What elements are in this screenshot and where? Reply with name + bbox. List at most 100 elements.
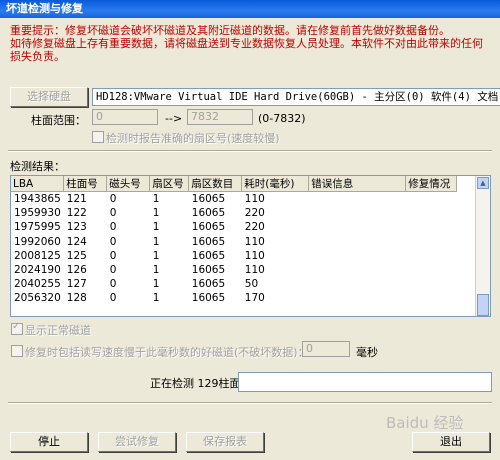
table-cell: 16065: [191, 292, 226, 305]
col-cylinder[interactable]: 柱面号: [63, 176, 108, 192]
table-cell: [309, 235, 406, 249]
table-cell: [309, 263, 406, 277]
table-row[interactable]: 1959930 122 0 1 16065 220: [11, 206, 457, 220]
col-time-ms[interactable]: 耗时(毫秒): [241, 176, 310, 192]
show-normal-checkbox[interactable]: [11, 321, 23, 335]
table-cell: 16065: [191, 278, 226, 291]
range-arrow: -->: [165, 112, 183, 125]
table-cell: 1975995: [14, 221, 61, 234]
save-report-button[interactable]: 保存报表: [186, 432, 264, 452]
window-title: 坏道检测与修复: [6, 2, 83, 15]
table-cell: 50: [244, 278, 259, 291]
title-bar: 坏道检测与修复: [0, 0, 500, 18]
stop-button[interactable]: 停止: [10, 432, 88, 452]
table-cell: [309, 277, 406, 291]
results-scrollbar[interactable]: ▲: [475, 176, 490, 316]
table-cell: 0: [109, 207, 117, 220]
table-cell: 1: [152, 193, 160, 206]
table-cell: 16065: [191, 207, 226, 220]
results-body: 1943865 121 0 1 16065 110 1959930 122 0 1 16065 220…: [11, 192, 457, 306]
table-row[interactable]: 2024190 126 0 1 16065 110: [11, 263, 457, 277]
accurate-sector-label: 检测时报告准确的扇区号(速度较慢): [106, 132, 280, 145]
table-cell: 123: [66, 221, 87, 234]
table-cell: 0: [109, 193, 117, 206]
table-cell: 1: [152, 292, 160, 305]
table-cell: [406, 249, 457, 263]
table-cell: 1: [152, 249, 160, 262]
table-cell: [406, 192, 457, 207]
table-cell: [309, 220, 406, 234]
warning-notice: 重要提示：修复坏磁道会破坏坏磁道及其附近磁道的数据。请在修复前首先做好数据备份。…: [10, 24, 490, 63]
table-cell: 16065: [191, 235, 226, 248]
table-cell: 110: [244, 249, 265, 262]
table-cell: 110: [244, 193, 265, 206]
table-cell: 128: [66, 292, 87, 305]
select-disk-button[interactable]: 选择硬盘: [10, 87, 88, 107]
table-row[interactable]: 1943865 121 0 1 16065 110: [11, 192, 457, 207]
progress-box: [238, 372, 492, 392]
table-cell: 126: [66, 264, 87, 277]
table-cell: 127: [66, 278, 87, 291]
table-cell: 16065: [191, 193, 226, 206]
slow-repair-label: 修复时包括读写速度慢于此毫秒数的好磁道(不破坏数据)：: [25, 346, 309, 359]
slow-repair-checkbox[interactable]: [11, 345, 23, 357]
table-cell: 220: [244, 207, 265, 220]
table-cell: 110: [244, 264, 265, 277]
watermark: Baidu 经验: [386, 414, 464, 432]
table-cell: 16065: [191, 221, 226, 234]
table-cell: 16065: [191, 249, 226, 262]
scroll-up-arrow-icon[interactable]: ▲: [477, 177, 489, 189]
table-cell: [309, 192, 406, 207]
table-cell: 121: [66, 193, 87, 206]
results-table: LBA 柱面号 磁头号 扇区号 扇区数目 耗时(毫秒) 错误信息 修复情况 19…: [11, 176, 458, 306]
cylinder-end-input[interactable]: 7832: [187, 109, 253, 125]
results-header-row: LBA 柱面号 磁头号 扇区号 扇区数目 耗时(毫秒) 错误信息 修复情况: [11, 176, 458, 192]
table-row[interactable]: 1975995 123 0 1 16065 220: [11, 220, 457, 234]
table-cell: [309, 206, 406, 220]
table-row[interactable]: 2056320 128 0 1 16065 170: [11, 291, 457, 305]
table-cell: 124: [66, 235, 87, 248]
table-cell: 2024190: [14, 264, 61, 277]
scroll-thumb[interactable]: [477, 294, 489, 316]
try-repair-button[interactable]: 尝试修复: [98, 432, 176, 452]
table-cell: [309, 249, 406, 263]
cylinder-start-input[interactable]: 0: [92, 109, 158, 125]
table-cell: 1: [152, 235, 160, 248]
show-normal-label: 显示正常磁道: [25, 324, 91, 337]
table-cell: 2040255: [14, 278, 61, 291]
table-cell: 1: [152, 278, 160, 291]
col-error-info[interactable]: 错误信息: [308, 176, 407, 192]
table-cell: [406, 235, 457, 249]
table-cell: 122: [66, 207, 87, 220]
table-cell: 1992060: [14, 235, 61, 248]
table-cell: 0: [109, 292, 117, 305]
cylinder-range-label: 柱面范围：: [31, 114, 86, 127]
table-row[interactable]: 2008125 125 0 1 16065 110: [11, 249, 457, 263]
table-cell: 170: [244, 292, 265, 305]
accurate-sector-checkbox[interactable]: [92, 131, 104, 143]
table-row[interactable]: 1992060 124 0 1 16065 110: [11, 235, 457, 249]
col-lba[interactable]: LBA: [11, 176, 65, 192]
table-row[interactable]: 2040255 127 0 1 16065 50: [11, 277, 457, 291]
table-cell: [406, 277, 457, 291]
table-cell: 220: [244, 221, 265, 234]
col-repair-status[interactable]: 修复情况: [405, 176, 458, 192]
table-cell: [406, 291, 457, 305]
table-cell: 125: [66, 249, 87, 262]
table-cell: 1959930: [14, 207, 61, 220]
table-cell: 1943865: [14, 193, 61, 206]
separator-top: [8, 150, 492, 152]
table-cell: 16065: [191, 264, 226, 277]
table-cell: 0: [109, 264, 117, 277]
col-head[interactable]: 磁头号: [106, 176, 151, 192]
exit-button[interactable]: 退出: [412, 432, 490, 452]
col-sector[interactable]: 扇区号: [149, 176, 190, 192]
table-cell: 0: [109, 221, 117, 234]
results-list[interactable]: LBA 柱面号 磁头号 扇区号 扇区数目 耗时(毫秒) 错误信息 修复情况 19…: [10, 175, 491, 317]
table-cell: [309, 291, 406, 305]
col-sector-count[interactable]: 扇区数目: [188, 176, 243, 192]
table-cell: [406, 220, 457, 234]
results-label: 检测结果：: [10, 160, 65, 173]
slow-repair-ms-input[interactable]: 0: [302, 341, 350, 357]
table-cell: 0: [109, 249, 117, 262]
